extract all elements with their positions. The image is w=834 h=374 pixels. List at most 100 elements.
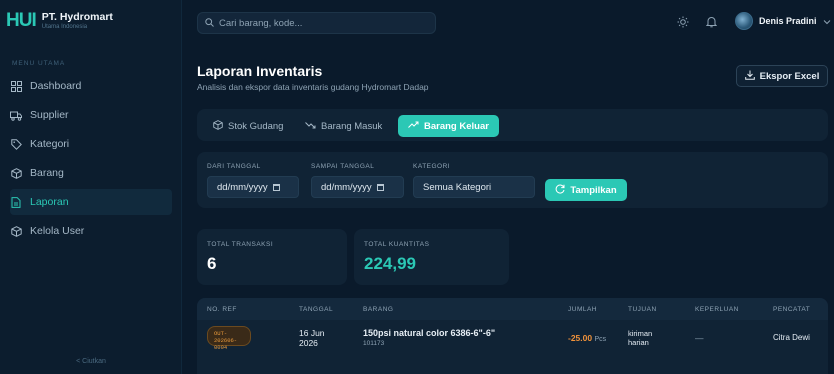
- sidebar-item-supplier[interactable]: Supplier: [10, 102, 172, 128]
- tab-label: Stok Gudang: [228, 120, 284, 132]
- search-icon: [205, 14, 214, 32]
- from-date-input[interactable]: dd/mm/yyyy: [207, 176, 299, 198]
- truck-icon: [10, 109, 22, 121]
- box-icon: [10, 225, 22, 237]
- sidebar-item-kategori[interactable]: Kategori: [10, 131, 172, 157]
- recorder-cell: Citra Dewi: [773, 333, 810, 342]
- sidebar-item-label: Supplier: [30, 109, 69, 121]
- export-excel-button[interactable]: Ekspor Excel: [736, 65, 828, 87]
- item-name: 150psi natural color 6386-6"-6": [363, 328, 496, 338]
- stat-value: 224,99: [364, 254, 416, 273]
- category-label: KATEGORI: [413, 163, 451, 170]
- stat-value: 6: [207, 254, 217, 273]
- date-line: 16 Jun: [299, 328, 325, 338]
- page-title: Laporan Inventaris: [197, 63, 323, 79]
- qty-value: -25.00: [568, 333, 593, 343]
- stat-total-transaksi: TOTAL TRANSAKSI 6: [197, 229, 347, 285]
- avatar: [735, 12, 753, 30]
- stat-label: TOTAL TRANSAKSI: [207, 241, 274, 248]
- destination-line: harian: [628, 338, 649, 347]
- date-line: 2026: [299, 338, 318, 348]
- sidebar-item-label: Laporan: [30, 196, 69, 208]
- item-cell: 150psi natural color 6386-6"-6" 101173: [363, 328, 495, 347]
- purpose-cell: —: [695, 333, 704, 343]
- main-content: Laporan Inventaris Analisis dan ekspor d…: [183, 45, 834, 374]
- sidebar-item-barang[interactable]: Barang: [10, 160, 172, 186]
- brand[interactable]: HUI PT. Hydromart Utama Indonesia: [6, 6, 113, 36]
- transactions-table: NO. REF TANGGAL BARANG JUMLAH TUJUAN KEP…: [197, 298, 828, 374]
- trend-up-icon: [408, 121, 419, 132]
- sidebar-item-label: Barang: [30, 167, 64, 179]
- item-code: 101173: [363, 340, 385, 347]
- sidebar: HUI PT. Hydromart Utama Indonesia MENU U…: [0, 0, 182, 374]
- category-value: Semua Kategori: [423, 181, 492, 193]
- column-header[interactable]: BARANG: [363, 306, 393, 313]
- stat-total-kuantitas: TOTAL KUANTITAS 224,99: [354, 229, 509, 285]
- show-button-label: Tampilkan: [570, 184, 617, 196]
- page-subtitle: Analisis dan ekspor data inventaris guda…: [197, 82, 429, 92]
- column-header[interactable]: KEPERLUAN: [695, 306, 739, 313]
- search-input[interactable]: [219, 17, 419, 29]
- bell-icon[interactable]: [705, 16, 717, 28]
- tab-barang-keluar[interactable]: Barang Keluar: [398, 115, 499, 137]
- search-box[interactable]: [197, 12, 436, 34]
- box-icon: [213, 119, 223, 133]
- sidebar-item-laporan[interactable]: Laporan: [10, 189, 172, 215]
- document-icon: [10, 196, 22, 208]
- filter-panel: DARI TANGGAL dd/mm/yyyy SAMPAI TANGGAL d…: [197, 152, 828, 208]
- stat-label: TOTAL KUANTITAS: [364, 241, 430, 248]
- tab-stok-gudang[interactable]: Stok Gudang: [203, 115, 293, 137]
- refresh-icon: [555, 184, 565, 197]
- table-header: NO. REF TANGGAL BARANG JUMLAH TUJUAN KEP…: [197, 298, 828, 320]
- from-date-label: DARI TANGGAL: [207, 163, 261, 170]
- theme-toggle-sun-icon[interactable]: [677, 16, 689, 28]
- to-date-value: dd/mm/yyyy: [321, 181, 372, 193]
- category-select[interactable]: Semua Kategori: [413, 176, 535, 198]
- ref-line: 0004: [214, 344, 228, 351]
- brand-subtitle: Utama Indonesia: [41, 23, 88, 30]
- download-icon: [744, 70, 755, 83]
- column-header[interactable]: JUMLAH: [568, 306, 597, 313]
- topbar: Denis Pradini: [183, 0, 834, 44]
- brand-name: PT. Hydromart: [41, 10, 113, 23]
- calendar-icon: [272, 183, 280, 191]
- column-header[interactable]: NO. REF: [207, 306, 237, 313]
- report-tabs: Stok Gudang Barang Masuk Barang Keluar: [197, 109, 828, 141]
- calendar-icon: [376, 183, 384, 191]
- box-icon: [10, 167, 22, 179]
- column-header[interactable]: TUJUAN: [628, 306, 657, 313]
- chevron-down-icon: [823, 12, 831, 30]
- user-menu[interactable]: Denis Pradini: [735, 12, 831, 30]
- sidebar-section-label: MENU UTAMA: [12, 60, 66, 67]
- show-button[interactable]: Tampilkan: [545, 179, 627, 201]
- destination-cell: kiriman harian: [628, 329, 652, 347]
- tab-label: Barang Keluar: [424, 120, 489, 132]
- to-date-input[interactable]: dd/mm/yyyy: [311, 176, 404, 198]
- to-date-label: SAMPAI TANGGAL: [311, 163, 375, 170]
- ref-line: OUT-202606-: [214, 330, 238, 344]
- user-name: Denis Pradini: [759, 16, 817, 26]
- tab-label: Barang Masuk: [321, 120, 383, 132]
- sidebar-item-label: Kelola User: [30, 225, 85, 237]
- export-excel-label: Ekspor Excel: [759, 70, 820, 82]
- column-header[interactable]: PENCATAT: [773, 306, 810, 313]
- ref-badge: OUT-202606- 0004: [207, 326, 251, 351]
- sidebar-item-kelola-user[interactable]: Kelola User: [10, 218, 172, 244]
- tab-barang-masuk[interactable]: Barang Masuk: [295, 115, 392, 137]
- tag-icon: [10, 138, 22, 150]
- brand-logo: HUI: [6, 10, 37, 31]
- brand-text: PT. Hydromart Utama Indonesia: [41, 10, 113, 31]
- sidebar-item-label: Dashboard: [30, 80, 82, 92]
- date-cell: 16 Jun 2026: [299, 328, 325, 348]
- sidebar-nav: Dashboard Supplier Kategori Barang Lapor…: [0, 73, 182, 247]
- qty-cell: -25.00 Pcs: [568, 333, 606, 343]
- trend-down-icon: [305, 121, 316, 132]
- sidebar-item-label: Kategori: [30, 138, 70, 150]
- column-header[interactable]: TANGGAL: [299, 306, 333, 313]
- destination-line: kiriman: [628, 329, 653, 338]
- sidebar-item-dashboard[interactable]: Dashboard: [10, 73, 172, 99]
- from-date-value: dd/mm/yyyy: [217, 181, 268, 193]
- collapse-sidebar-button[interactable]: < Ciutkan: [0, 358, 182, 374]
- qty-unit: Pcs: [594, 336, 607, 343]
- grid-icon: [10, 80, 22, 92]
